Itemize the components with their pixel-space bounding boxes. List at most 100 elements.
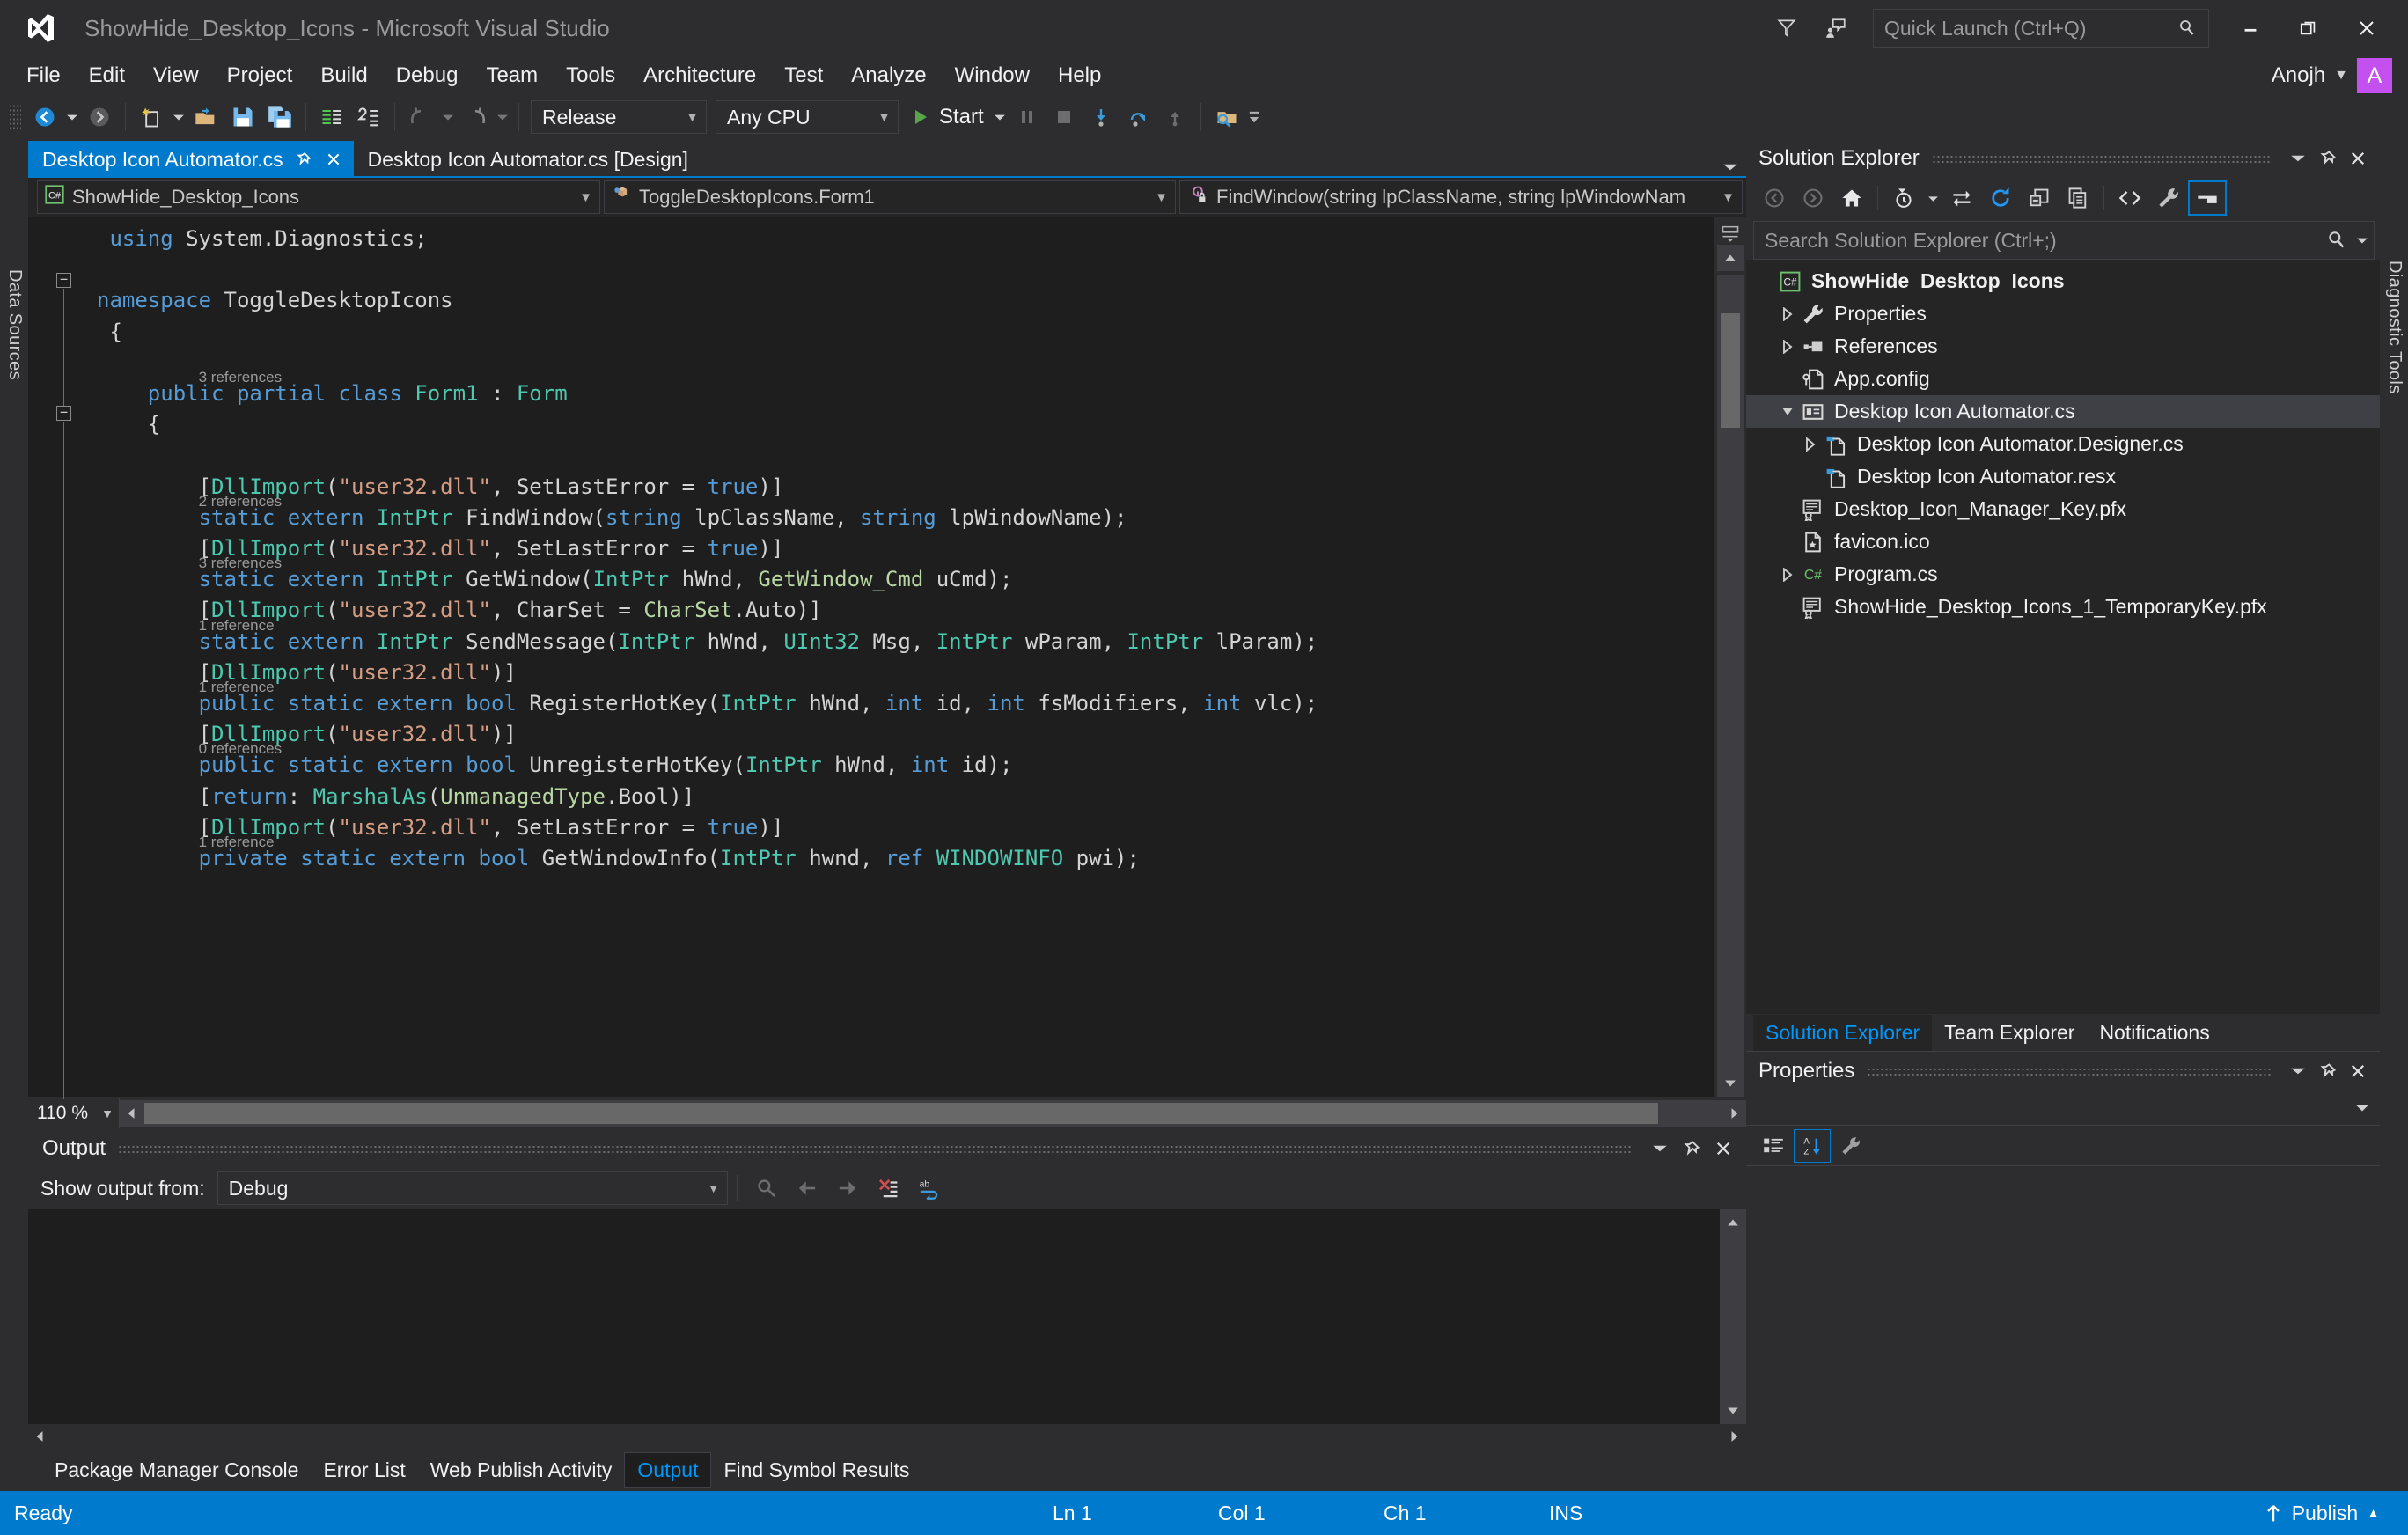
menu-debug[interactable]: Debug	[382, 60, 473, 92]
minimize-button[interactable]	[2221, 8, 2280, 48]
undo-dropdown-icon[interactable]	[439, 99, 457, 136]
navigate-back-dropdown-icon[interactable]	[63, 99, 81, 136]
pending-changes-filter-icon[interactable]	[1884, 180, 1923, 216]
clear-all-icon[interactable]	[868, 1171, 908, 1206]
scroll-up-arrow[interactable]	[1720, 1209, 1746, 1236]
dock-tab-output[interactable]: Output	[624, 1451, 712, 1488]
comment-lines-icon[interactable]	[313, 99, 350, 136]
close-icon[interactable]	[2343, 143, 2373, 174]
publish-button[interactable]: Publish ▲	[2264, 1502, 2394, 1525]
step-into-icon[interactable]	[1083, 99, 1120, 136]
uncomment-lines-icon[interactable]	[350, 99, 387, 136]
platform-combo[interactable]: Any CPU ▼	[716, 100, 899, 134]
tree-item[interactable]: C# ShowHide_Desktop_Icons	[1746, 265, 2380, 297]
horizontal-scrollbar-thumb[interactable]	[144, 1103, 1658, 1124]
menu-help[interactable]: Help	[1044, 60, 1115, 92]
go-to-next-message-icon[interactable]	[827, 1171, 868, 1206]
sync-with-active-document-icon[interactable]	[1942, 180, 1981, 216]
open-file-icon[interactable]	[187, 99, 224, 136]
tab-desktop-icon-automator-cs[interactable]: Desktop Icon Automator.cs	[28, 141, 354, 178]
zoom-level-combo[interactable]: 110 % ▼	[28, 1098, 120, 1128]
menu-build[interactable]: Build	[306, 60, 381, 92]
close-button[interactable]	[2338, 8, 2396, 48]
categorized-view-icon[interactable]	[1755, 1129, 1792, 1163]
menu-tools[interactable]: Tools	[552, 60, 629, 92]
tree-item[interactable]: Desktop Icon Automator.resx	[1746, 460, 2380, 493]
stop-icon[interactable]	[1046, 99, 1083, 136]
scrollbar-thumb[interactable]	[1721, 313, 1740, 428]
navigate-forward-icon[interactable]	[1794, 180, 1832, 216]
output-horizontal-scrollbar[interactable]	[28, 1424, 1746, 1449]
tab-desktop-icon-automator-design[interactable]: Desktop Icon Automator.cs [Design]	[354, 141, 699, 178]
code-text-area[interactable]: using System.Diagnostics; namespace Togg…	[86, 217, 1714, 1097]
codelens-reference-count[interactable]: 1 reference	[199, 679, 275, 696]
scroll-right-arrow[interactable]	[1723, 1423, 1746, 1450]
menu-team[interactable]: Team	[472, 60, 552, 92]
dock-tab-find-symbol-results[interactable]: Find Symbol Results	[711, 1453, 921, 1487]
chevron-down-icon[interactable]	[1776, 405, 1799, 419]
scroll-up-arrow[interactable]	[1717, 245, 1744, 271]
chevron-down-icon[interactable]	[2283, 143, 2313, 174]
view-code-icon[interactable]	[2111, 180, 2149, 216]
redo-dropdown-icon[interactable]	[494, 99, 511, 136]
chevron-down-icon[interactable]: ▼	[2334, 68, 2348, 84]
save-icon[interactable]	[224, 99, 261, 136]
step-out-icon[interactable]	[1156, 99, 1193, 136]
send-feedback-icon[interactable]	[1811, 7, 1861, 49]
close-icon[interactable]	[2343, 1055, 2373, 1087]
tree-item[interactable]: Desktop Icon Automator.Designer.cs	[1746, 428, 2380, 460]
codelens-reference-count[interactable]: 3 references	[199, 369, 283, 386]
chevron-down-icon[interactable]	[1714, 162, 1746, 178]
navbar-member-combo[interactable]: FindWindow(string lpClassName, string lp…	[1179, 180, 1743, 214]
dock-tab-solution-explorer[interactable]: Solution Explorer	[1753, 1015, 1933, 1051]
output-text-area[interactable]	[28, 1209, 1746, 1424]
editor-outlining-margin[interactable]: − −	[53, 217, 86, 1099]
preview-selected-items-icon[interactable]	[2188, 180, 2227, 216]
fold-toggle-namespace[interactable]: −	[56, 273, 71, 288]
navbar-type-combo[interactable]: ToggleDesktopIcons.Form1 ▼	[604, 180, 1176, 214]
chevron-right-icon[interactable]	[1776, 567, 1799, 582]
refresh-icon[interactable]	[1981, 180, 2020, 216]
redo-icon[interactable]	[457, 99, 494, 136]
avatar[interactable]: A	[2357, 58, 2392, 93]
pin-icon[interactable]	[2313, 1055, 2343, 1087]
scrollbar-track[interactable]	[1720, 1236, 1746, 1398]
codelens-reference-count[interactable]: 2 references	[199, 493, 283, 510]
editor-horizontal-scrollbar[interactable]	[120, 1100, 1746, 1127]
dock-tab-team-explorer[interactable]: Team Explorer	[1932, 1015, 2087, 1051]
new-item-icon[interactable]	[133, 99, 170, 136]
quick-launch-input[interactable]: Quick Launch (Ctrl+Q)	[1873, 9, 2209, 48]
tree-item[interactable]: Desktop Icon Automator.cs	[1746, 395, 2380, 428]
scroll-left-arrow[interactable]	[120, 1100, 143, 1127]
property-pages-wrench-icon[interactable]	[1832, 1129, 1869, 1163]
feedback-icon[interactable]	[1762, 7, 1811, 49]
tool-tab-data-sources[interactable]: Data Sources	[0, 262, 29, 387]
menu-view[interactable]: View	[139, 60, 213, 92]
pin-icon[interactable]	[294, 150, 313, 169]
go-to-previous-message-icon[interactable]	[787, 1171, 827, 1206]
output-vertical-scrollbar[interactable]	[1720, 1209, 1746, 1424]
chevron-right-icon[interactable]	[1776, 306, 1799, 321]
codelens-reference-count[interactable]: 1 reference	[199, 617, 275, 635]
tree-item[interactable]: App.config	[1746, 363, 2380, 395]
navigate-forward-icon[interactable]	[81, 99, 118, 136]
drag-handle[interactable]	[1931, 154, 2271, 163]
scrollbar-track[interactable]	[1717, 275, 1744, 1070]
chevron-down-icon[interactable]	[2356, 236, 2368, 245]
menu-architecture[interactable]: Architecture	[629, 60, 770, 92]
collapse-all-icon[interactable]	[2020, 180, 2059, 216]
new-item-dropdown-icon[interactable]	[170, 99, 187, 136]
split-view-icon[interactable]	[1719, 222, 1742, 245]
codelens-reference-count[interactable]: 1 reference	[199, 834, 275, 851]
close-icon[interactable]	[1707, 1133, 1739, 1164]
close-icon[interactable]	[324, 150, 343, 169]
alphabetical-sort-icon[interactable]: AZ	[1794, 1128, 1831, 1163]
scroll-down-arrow[interactable]	[1717, 1070, 1744, 1097]
find-in-files-icon[interactable]	[1208, 99, 1245, 136]
configuration-combo[interactable]: Release ▼	[531, 100, 707, 134]
solution-explorer-tree[interactable]: C# ShowHide_Desktop_Icons Properties Refere…	[1746, 260, 2380, 1014]
codelens-reference-count[interactable]: 3 references	[199, 555, 283, 572]
save-all-icon[interactable]	[261, 99, 298, 136]
fold-toggle-class[interactable]: −	[56, 406, 71, 421]
chevron-down-icon[interactable]	[2283, 1055, 2313, 1087]
